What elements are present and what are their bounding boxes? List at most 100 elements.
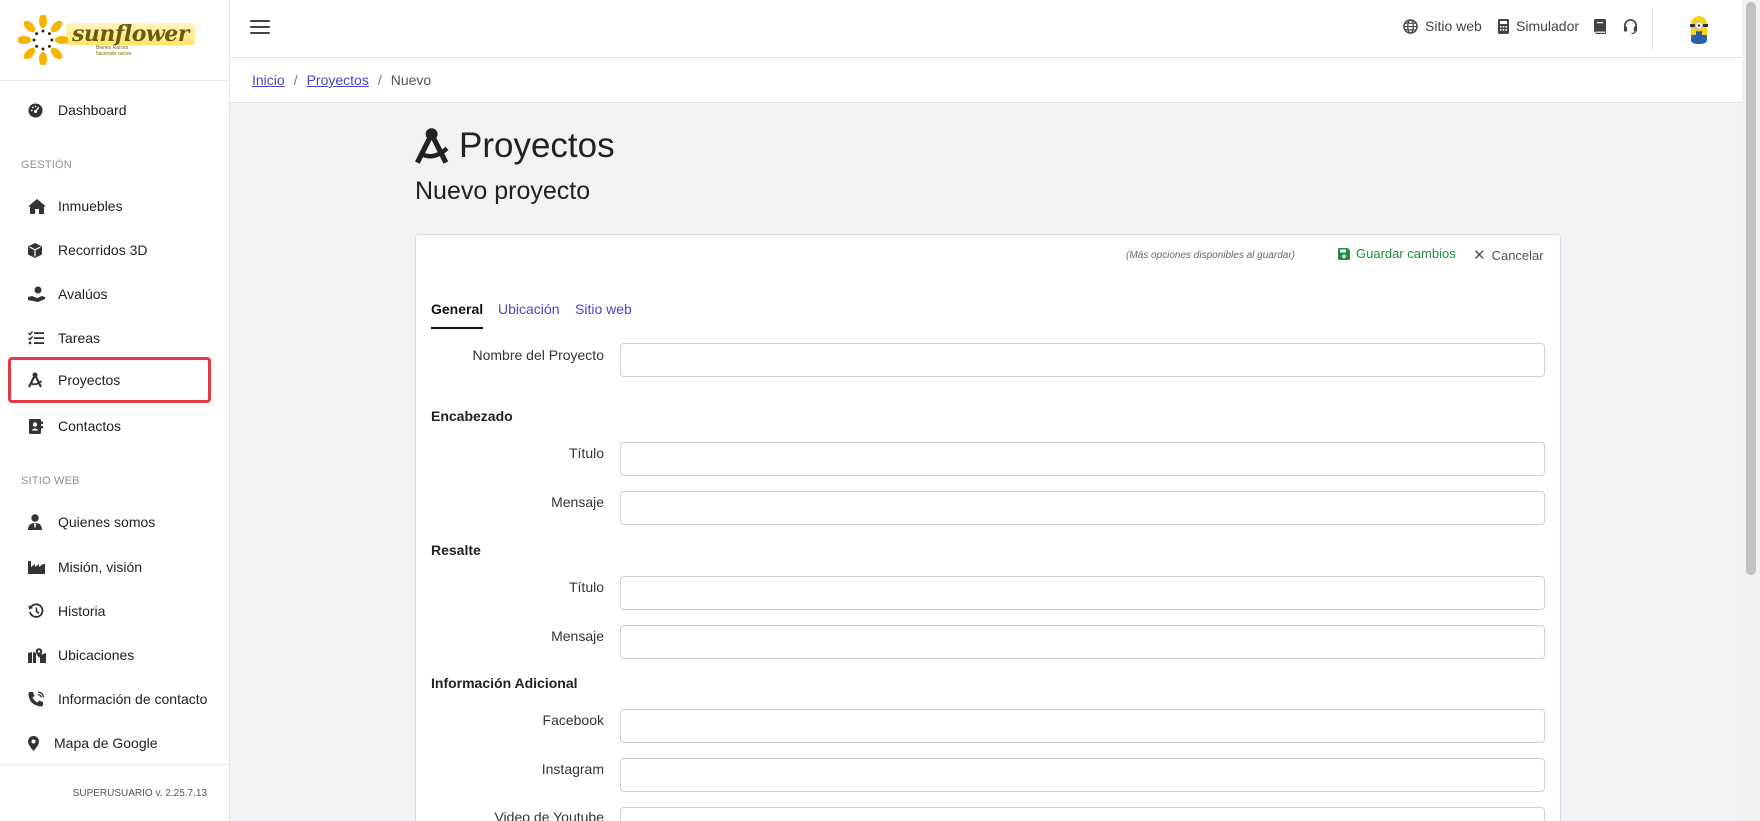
resalte-mensaje-label: Mensaje — [551, 628, 604, 644]
instagram-input[interactable] — [620, 758, 1545, 792]
youtube-input[interactable] — [620, 807, 1545, 821]
sidebar: sunflower Bienes Raíces haciendo raíces … — [0, 0, 230, 821]
page-scrollbar[interactable] — [1742, 0, 1760, 821]
facebook-input[interactable] — [620, 709, 1545, 743]
logo-wordmark: sunflower — [66, 23, 195, 45]
sidebar-item-mision-vision[interactable]: Misión, visión — [8, 545, 211, 589]
sidebar-item-tareas[interactable]: Tareas — [8, 316, 211, 360]
map-pin-icon — [28, 735, 46, 751]
home-icon — [28, 198, 50, 214]
topbar: Sitio web Simulador — [230, 0, 1742, 58]
floppy-disk-icon — [1338, 247, 1350, 260]
save-button-label: Guardar cambios — [1356, 246, 1456, 261]
encabezado-mensaje-input[interactable] — [620, 491, 1545, 525]
page-title: Proyectos — [415, 126, 615, 166]
tasks-icon — [28, 331, 50, 345]
breadcrumb-separator: / — [293, 72, 298, 88]
compass-drafting-icon — [415, 127, 453, 165]
project-form-card: (Más opciones disponibles al guardar) Gu… — [415, 234, 1561, 821]
sidebar-item-label: Historia — [58, 603, 106, 619]
sidebar-item-label: Inmuebles — [58, 198, 123, 214]
sidebar-item-informacion-de-contacto[interactable]: Información de contacto — [8, 677, 211, 721]
facebook-label: Facebook — [542, 712, 604, 728]
sidebar-item-label: Misión, visión — [58, 559, 143, 575]
encabezado-titulo-label: Título — [568, 445, 604, 461]
breadcrumb-proyectos-link[interactable]: Proyectos — [307, 72, 369, 88]
topbar-divider — [1652, 8, 1653, 50]
informacion-adicional-heading: Información Adicional — [431, 675, 578, 691]
sidebar-item-proyectos[interactable]: Proyectos — [8, 357, 211, 403]
sidebar-item-mapa-de-google[interactable]: Mapa de Google — [8, 721, 211, 765]
user-tie-icon — [28, 514, 50, 530]
sidebar-item-label: Proyectos — [58, 372, 121, 388]
resalte-heading: Resalte — [431, 542, 481, 558]
tab-ubicacion[interactable]: Ubicación — [498, 301, 559, 329]
breadcrumb-current: Nuevo — [390, 72, 432, 88]
sidebar-item-contactos[interactable]: Contactos — [8, 404, 211, 448]
sidebar-item-label: Tareas — [58, 330, 101, 346]
cancel-button-label: Cancelar — [1491, 247, 1544, 263]
sidebar-item-ubicaciones[interactable]: Ubicaciones — [8, 633, 211, 677]
page-subtitle: Nuevo proyecto — [415, 177, 591, 205]
hamburger-icon-line — [250, 26, 270, 28]
sidebar-item-recorridos-3d[interactable]: Recorridos 3D — [8, 228, 211, 272]
book-icon[interactable] — [1594, 19, 1606, 34]
headset-icon[interactable] — [1623, 19, 1638, 34]
history-icon — [28, 603, 50, 619]
hamburger-icon-line — [250, 20, 270, 22]
phone-volume-icon — [28, 691, 50, 707]
close-icon: ✕ — [1473, 247, 1486, 264]
instagram-label: Instagram — [541, 761, 604, 777]
breadcrumb-inicio-link[interactable]: Inicio — [252, 72, 285, 88]
scrollbar-thumb[interactable] — [1746, 2, 1756, 575]
logo-area: sunflower Bienes Raíces haciendo raíces — [0, 0, 229, 81]
resalte-mensaje-input[interactable] — [620, 625, 1545, 659]
section-label-sitio-web: SITIO WEB — [21, 475, 80, 487]
sidebar-item-quienes-somos[interactable]: Quienes somos — [8, 500, 211, 544]
gauge-icon — [28, 102, 50, 118]
version-label: SUPERUSUARIO v. 2.25.7.13 — [72, 787, 207, 799]
page-title-text: Proyectos — [459, 126, 615, 165]
sidebar-item-label: Ubicaciones — [58, 647, 135, 663]
sidebar-footer: SUPERUSUARIO v. 2.25.7.13 — [0, 764, 230, 821]
sidebar-item-dashboard[interactable]: Dashboard — [8, 88, 211, 132]
sitio-web-label: Sitio web — [1425, 18, 1482, 34]
section-label-gestion: GESTIÓN — [21, 159, 72, 171]
menu-toggle-button[interactable] — [250, 16, 270, 38]
sidebar-item-avaluos[interactable]: Avalúos — [8, 272, 211, 316]
address-book-icon — [28, 418, 50, 434]
sidebar-item-label: Dashboard — [58, 102, 127, 118]
sidebar-item-inmuebles[interactable]: Inmuebles — [8, 184, 211, 228]
sidebar-item-historia[interactable]: Historia — [8, 589, 211, 633]
encabezado-titulo-input[interactable] — [620, 442, 1545, 476]
sidebar-item-label: Quienes somos — [58, 514, 156, 530]
tab-sitio-web[interactable]: Sitio web — [575, 301, 632, 329]
encabezado-heading: Encabezado — [431, 408, 513, 424]
simulador-link[interactable]: Simulador — [1498, 18, 1579, 34]
tab-general[interactable]: General — [431, 301, 484, 329]
globe-icon — [1403, 18, 1418, 34]
user-avatar[interactable] — [1690, 14, 1708, 46]
sunflower-logo-icon — [18, 15, 68, 65]
nombre-proyecto-label: Nombre del Proyecto — [472, 347, 604, 363]
sidebar-item-label: Avalúos — [58, 286, 108, 302]
logo-tagline-2: haciendo raíces — [96, 51, 132, 57]
cube-icon — [28, 242, 50, 258]
cancel-button[interactable]: ✕ Cancelar — [1473, 246, 1544, 264]
simulador-label: Simulador — [1516, 18, 1580, 34]
logo-text: sunflower Bienes Raíces haciendo raíces — [66, 23, 195, 57]
hamburger-icon-line — [250, 32, 270, 34]
sidebar-item-label: Recorridos 3D — [58, 242, 148, 258]
youtube-label: Video de Youtube — [494, 809, 604, 821]
sitio-web-link[interactable]: Sitio web — [1403, 18, 1482, 34]
sunflower-logo[interactable]: sunflower Bienes Raíces haciendo raíces — [18, 15, 195, 65]
hand-coin-icon — [28, 286, 50, 302]
nombre-proyecto-input[interactable] — [620, 343, 1545, 377]
form-note: (Más opciones disponibles al guardar) — [1126, 250, 1295, 261]
breadcrumb-separator: / — [377, 72, 382, 88]
resalte-titulo-input[interactable] — [620, 576, 1545, 610]
sidebar-item-label: Contactos — [58, 418, 122, 434]
save-button[interactable]: Guardar cambios — [1338, 246, 1456, 261]
map-location-icon — [28, 647, 50, 663]
compass-drafting-icon — [28, 372, 50, 388]
